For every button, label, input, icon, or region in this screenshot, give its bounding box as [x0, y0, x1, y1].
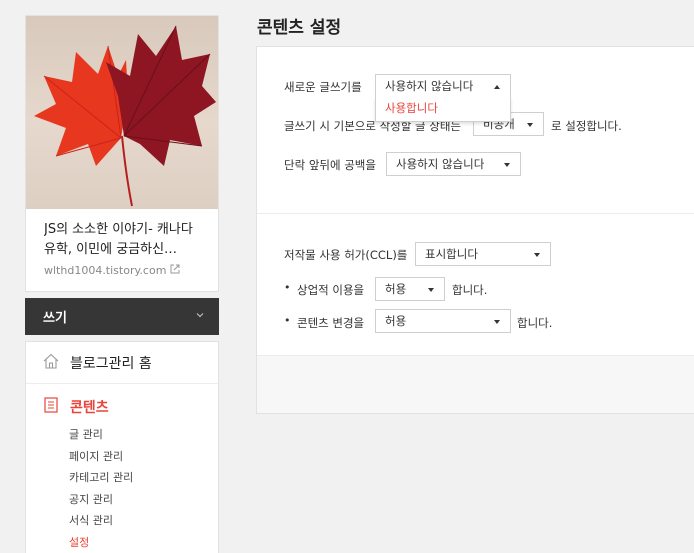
caret-down-icon — [494, 320, 500, 324]
content-modify-select[interactable]: 허용 — [375, 309, 511, 333]
chevron-down-icon[interactable] — [195, 309, 205, 324]
content-modify-suffix: 합니다. — [517, 316, 553, 330]
paragraph-space-value: 사용하지 않습니다 — [396, 157, 485, 171]
page-title: 콘텐츠 설정 — [257, 18, 342, 38]
blog-profile-card: JS의 소소한 이야기- 캐나다 유학, 이민에 궁금하신… wlthd1004… — [25, 15, 219, 292]
contents-submenu: 글 관리 페이지 관리 카테고리 관리 공지 관리 서식 관리 설정 — [26, 424, 218, 553]
section-divider — [257, 213, 694, 214]
bullet-icon: • — [284, 281, 291, 294]
menu-section-contents[interactable]: 콘텐츠 — [26, 396, 218, 418]
submenu-item-pages[interactable]: 페이지 관리 — [26, 446, 218, 468]
submenu-item-notices[interactable]: 공지 관리 — [26, 489, 218, 511]
blog-profile-image[interactable] — [26, 16, 218, 209]
bullet-icon: • — [284, 314, 291, 327]
admin-menu: 블로그관리 홈 콘텐츠 글 관리 페이지 관리 카테고리 관리 공지 관리 서식… — [25, 341, 219, 553]
new-editor-value: 사용하지 않습니다 — [385, 79, 474, 93]
menu-section-contents-label: 콘텐츠 — [70, 400, 109, 416]
settings-card: 새로운 글쓰기를 사용하지 않습니다 사용합니다 글쓰기 시 기본으로 작성할 … — [256, 46, 694, 414]
new-editor-option-use[interactable]: 사용합니다 — [376, 97, 510, 119]
home-icon — [42, 352, 60, 374]
menu-item-home-label: 블로그관리 홈 — [70, 355, 152, 372]
caret-down-icon — [527, 123, 533, 127]
ccl-select[interactable]: 표시합니다 — [415, 242, 551, 266]
caret-down-icon — [428, 288, 434, 292]
card-footer — [257, 355, 694, 413]
blog-url-text[interactable]: wlthd1004.tistory.com — [44, 264, 166, 277]
submenu-item-categories[interactable]: 카테고리 관리 — [26, 467, 218, 489]
submenu-item-settings[interactable]: 설정 — [26, 532, 218, 553]
document-icon — [42, 396, 60, 418]
new-editor-dropdown: 사용합니다 — [375, 97, 511, 122]
new-editor-label: 새로운 글쓰기를 — [284, 80, 362, 94]
content-modify-value: 허용 — [385, 314, 407, 328]
commercial-use-label: 상업적 이용을 — [297, 283, 365, 297]
write-button[interactable]: 쓰기 — [25, 298, 219, 335]
commercial-use-suffix: 합니다. — [452, 283, 488, 297]
content-modify-label: 콘텐츠 변경을 — [297, 316, 365, 330]
caret-down-icon — [534, 253, 540, 257]
submenu-item-posts[interactable]: 글 관리 — [26, 424, 218, 446]
submenu-item-templates[interactable]: 서식 관리 — [26, 510, 218, 532]
new-editor-select[interactable]: 사용하지 않습니다 — [375, 74, 511, 98]
commercial-use-value: 허용 — [385, 282, 407, 296]
blog-url-link[interactable]: wlthd1004.tistory.com — [44, 264, 180, 277]
menu-item-home[interactable]: 블로그관리 홈 — [26, 342, 218, 384]
paragraph-space-label: 단락 앞뒤에 공백을 — [284, 158, 376, 172]
caret-down-icon — [504, 163, 510, 167]
ccl-value: 표시합니다 — [425, 247, 478, 261]
commercial-use-select[interactable]: 허용 — [375, 277, 445, 301]
paragraph-space-select[interactable]: 사용하지 않습니다 — [386, 152, 521, 176]
default-visibility-suffix: 로 설정합니다. — [551, 119, 622, 133]
blog-title[interactable]: JS의 소소한 이야기- 캐나다 유학, 이민에 궁금하신… — [44, 220, 208, 260]
ccl-label: 저작물 사용 허가(CCL)를 — [284, 248, 408, 262]
write-label: 쓰기 — [43, 311, 67, 326]
caret-up-icon — [494, 85, 500, 89]
external-link-icon[interactable] — [170, 264, 180, 277]
